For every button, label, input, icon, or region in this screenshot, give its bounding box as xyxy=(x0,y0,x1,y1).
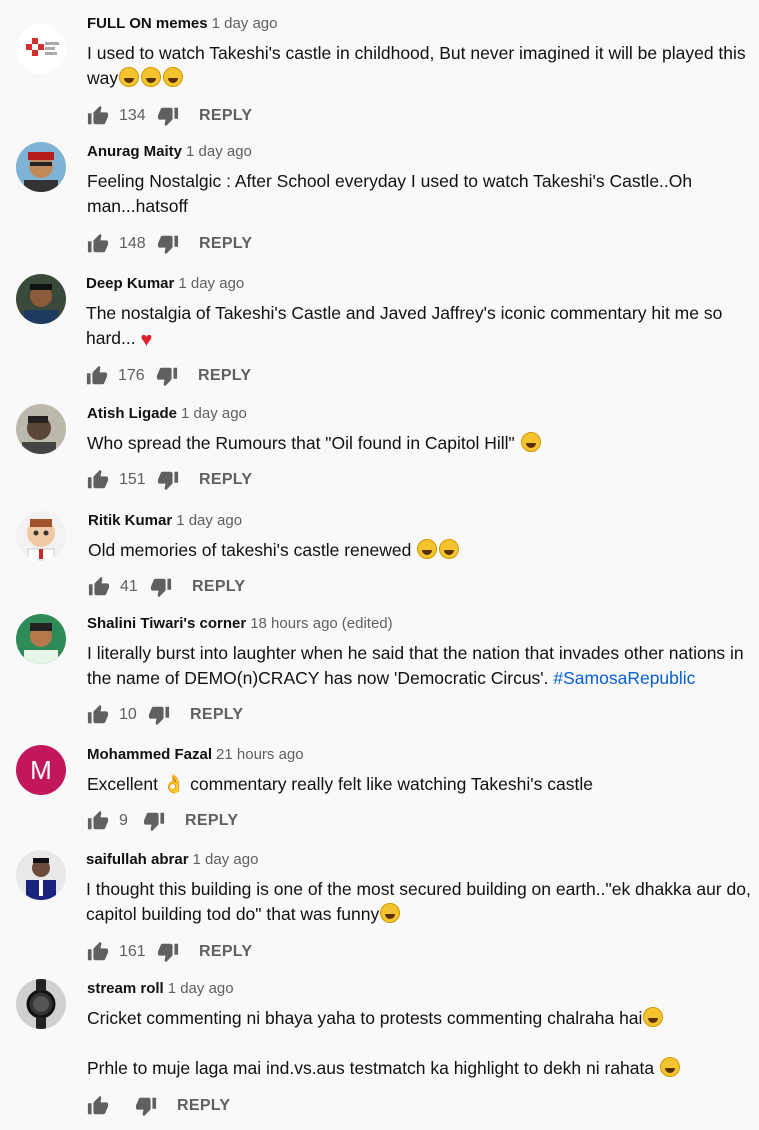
like-icon[interactable] xyxy=(86,365,108,387)
author-name[interactable]: saifullah abrar xyxy=(86,851,189,868)
like-count: 161 xyxy=(119,943,146,960)
avatar[interactable] xyxy=(16,274,66,324)
dislike-icon[interactable] xyxy=(157,105,179,127)
cartoon-baby-avatar-icon xyxy=(27,519,55,561)
avatar[interactable] xyxy=(16,24,66,74)
comment-text: I literally burst into laughter when he … xyxy=(87,643,744,688)
hashtag-link[interactable]: #SamosaRepublic xyxy=(553,668,695,688)
like-icon[interactable] xyxy=(87,233,109,255)
rolling-laughing-emoji-icon xyxy=(643,1007,664,1027)
author-name[interactable]: FULL ON memes xyxy=(87,15,208,32)
laughing-emoji-icon xyxy=(119,67,140,87)
timestamp[interactable]: 1 day ago xyxy=(193,851,259,868)
heart-emoji-icon: ♥ xyxy=(140,329,153,351)
reply-button[interactable]: REPLY xyxy=(190,706,243,724)
comment-text: Who spread the Rumours that "Oil found i… xyxy=(87,431,751,456)
timestamp[interactable]: 21 hours ago xyxy=(216,746,304,763)
reply-button[interactable]: REPLY xyxy=(199,107,252,125)
timestamp[interactable]: 18 hours ago xyxy=(250,615,338,632)
reply-button[interactable]: REPLY xyxy=(185,812,238,830)
smile-emoji-icon xyxy=(417,539,438,559)
like-count: 151 xyxy=(119,471,146,488)
grinning-emoji-icon xyxy=(380,903,401,923)
reply-button[interactable]: REPLY xyxy=(192,578,245,596)
avatar[interactable] xyxy=(16,404,66,454)
author-name[interactable]: Anurag Maity xyxy=(87,143,182,160)
dislike-icon[interactable] xyxy=(143,810,165,832)
reply-button[interactable]: REPLY xyxy=(199,235,252,253)
avatar[interactable] xyxy=(16,142,66,192)
timestamp[interactable]: 1 day ago xyxy=(212,15,278,32)
timestamp[interactable]: 1 day ago xyxy=(168,980,234,997)
author-name[interactable]: Shalini Tiwari's corner xyxy=(87,615,246,632)
dislike-icon[interactable] xyxy=(148,704,170,726)
like-icon[interactable] xyxy=(87,941,109,963)
like-icon[interactable] xyxy=(87,105,109,127)
watch-photo-icon xyxy=(26,979,56,1029)
timestamp[interactable]: 1 day ago xyxy=(178,275,244,292)
dislike-icon[interactable] xyxy=(157,941,179,963)
user-photo-icon xyxy=(22,416,56,454)
timestamp[interactable]: 1 day ago xyxy=(186,143,252,160)
like-count: 176 xyxy=(118,367,145,384)
comment-text: The nostalgia of Takeshi's Castle and Ja… xyxy=(86,303,723,351)
reply-button[interactable]: REPLY xyxy=(198,367,251,385)
dislike-icon[interactable] xyxy=(157,233,179,255)
user-photo-icon xyxy=(26,858,56,900)
comment-text: I thought this building is one of the mo… xyxy=(86,879,751,924)
avatar[interactable]: M xyxy=(16,745,66,795)
author-name[interactable]: Mohammed Fazal xyxy=(87,746,212,763)
reply-button[interactable]: REPLY xyxy=(177,1097,230,1115)
author-name[interactable]: Atish Ligade xyxy=(87,405,177,422)
like-count: 134 xyxy=(119,107,146,124)
timestamp[interactable]: 1 day ago xyxy=(176,512,242,529)
author-name[interactable]: Deep Kumar xyxy=(86,275,174,292)
ok-hand-emoji-icon: 👌 xyxy=(162,774,186,794)
like-icon[interactable] xyxy=(87,1095,109,1117)
dislike-icon[interactable] xyxy=(135,1095,157,1117)
user-photo-icon xyxy=(24,152,58,192)
dislike-icon[interactable] xyxy=(156,365,178,387)
like-count: 148 xyxy=(119,235,146,252)
laughing-emoji-icon xyxy=(141,67,162,87)
comment-text: Old memories of takeshi's castle renewed xyxy=(88,538,751,563)
like-count: 10 xyxy=(119,706,137,723)
author-name[interactable]: stream roll xyxy=(87,980,164,997)
laughing-emoji-icon xyxy=(520,432,541,452)
comment-text: I used to watch Takeshi's castle in chil… xyxy=(87,43,746,88)
avatar[interactable] xyxy=(16,979,66,1029)
dislike-icon[interactable] xyxy=(150,576,172,598)
like-icon[interactable] xyxy=(87,469,109,491)
like-icon[interactable] xyxy=(87,704,109,726)
user-photo-icon xyxy=(24,284,58,324)
laughing-emoji-icon xyxy=(439,539,460,559)
laughing-emoji-icon xyxy=(163,67,184,87)
laughing-emoji-icon xyxy=(660,1057,680,1077)
comment-text: Cricket commenting ni bhaya yaha to prot… xyxy=(87,1006,751,1081)
full-on-memes-logo-icon xyxy=(26,38,59,56)
reply-button[interactable]: REPLY xyxy=(199,471,252,489)
user-photo-icon xyxy=(24,623,58,664)
timestamp[interactable]: 1 day ago xyxy=(181,405,247,422)
comment-text: Excellent 👌 commentary really felt like … xyxy=(87,774,593,794)
edited-label: (edited) xyxy=(341,615,393,632)
like-count: 9 xyxy=(119,812,128,829)
comment-text: Feeling Nostalgic : After School everyda… xyxy=(87,171,693,216)
reply-button[interactable]: REPLY xyxy=(199,943,252,961)
like-icon[interactable] xyxy=(87,810,109,832)
author-name[interactable]: Ritik Kumar xyxy=(88,512,172,529)
avatar[interactable] xyxy=(16,850,66,900)
avatar[interactable] xyxy=(16,614,66,664)
avatar[interactable] xyxy=(16,511,66,561)
dislike-icon[interactable] xyxy=(157,469,179,491)
like-count: 41 xyxy=(120,578,138,595)
like-icon[interactable] xyxy=(88,576,110,598)
